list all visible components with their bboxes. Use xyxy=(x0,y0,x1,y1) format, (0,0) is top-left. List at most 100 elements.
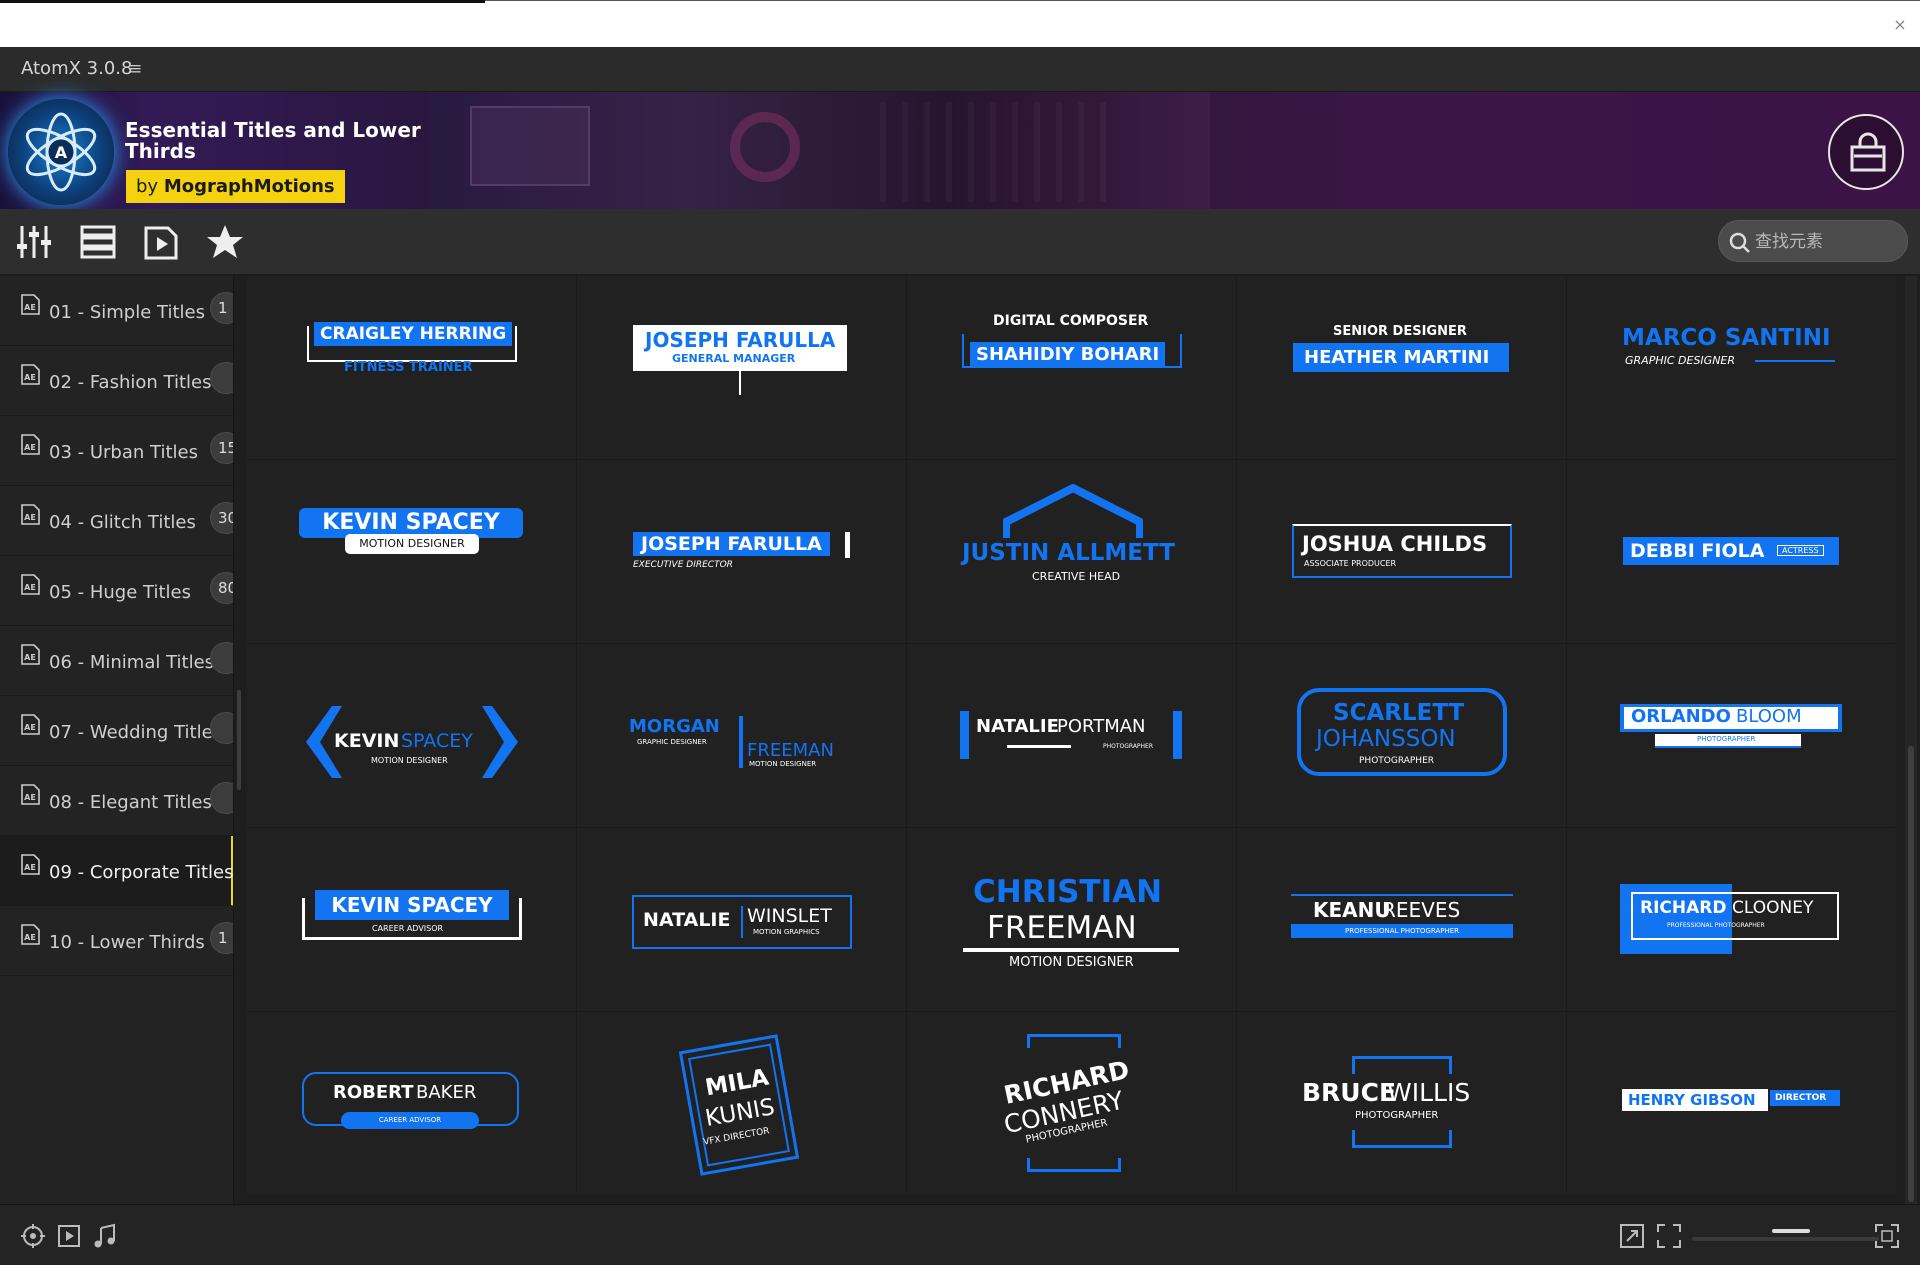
preset-role: MOTION DESIGNER xyxy=(371,756,448,765)
preset-name: JUSTIN ALLMETT xyxy=(962,540,1175,566)
preset-card[interactable]: CHRISTIAN FREEMAN MOTION DESIGNER xyxy=(907,828,1236,1011)
preset-card[interactable]: RICHARD CLOONEY PROFESSIONAL PHOTOGRAPHE… xyxy=(1567,828,1896,1011)
category-label: 10 - Lower Thirds xyxy=(49,932,205,953)
preset-card[interactable]: MARCO SANTINI GRAPHIC DESIGNER xyxy=(1567,276,1896,459)
expand-icon[interactable] xyxy=(1874,1223,1900,1249)
bracket-top xyxy=(1352,1056,1452,1074)
category-item[interactable]: AE 07 - Wedding Titles xyxy=(0,696,233,766)
preset-card[interactable]: HENRY GIBSON DIRECTOR xyxy=(1567,1012,1896,1195)
category-item[interactable]: AE 02 - Fashion Titles xyxy=(0,346,233,416)
preset-role: MOTION DESIGNER xyxy=(1009,955,1134,970)
category-item[interactable]: AE 08 - Elegant Titles xyxy=(0,766,233,836)
preset-card[interactable]: BRUCE WILLIS PHOTOGRAPHER xyxy=(1237,1012,1566,1195)
preset-card[interactable]: RICHARD CONNERY PHOTOGRAPHER xyxy=(907,1012,1236,1195)
preset-name: ROBERT xyxy=(333,1082,414,1103)
accent-bar xyxy=(845,532,850,558)
category-count: 1 xyxy=(210,922,233,954)
atomx-logo: A xyxy=(8,99,114,205)
left-bar xyxy=(960,711,969,759)
category-count xyxy=(210,712,233,744)
category-item[interactable]: AE 01 - Simple Titles 1 xyxy=(0,276,233,346)
preset-name-2: FREEMAN xyxy=(747,740,834,761)
thumbnail-size-slider[interactable] xyxy=(1692,1237,1879,1241)
preset-card[interactable]: SENIOR DESIGNER HEATHER MARTINI xyxy=(1237,276,1566,459)
preset-card[interactable]: ROBERT BAKER CAREER ADVISOR xyxy=(247,1012,576,1195)
svg-text:AE: AE xyxy=(24,863,36,872)
grid-scrollbar-thumb[interactable] xyxy=(1908,746,1914,1202)
star-icon[interactable] xyxy=(205,222,245,262)
preset-name: KEVIN SPACEY xyxy=(315,890,509,920)
preset-name: NATALIE xyxy=(643,909,731,931)
underline xyxy=(1007,745,1071,748)
preset-card[interactable]: DEBBI FIOLA ACTRESS xyxy=(1567,460,1896,643)
ae-file-icon: AE xyxy=(21,434,40,455)
preset-name: KEANU xyxy=(1313,898,1391,922)
preset-card[interactable]: ORLANDO BLOOM PHOTOGRAPHER xyxy=(1567,644,1896,827)
category-sidebar: AE 01 - Simple Titles 1 AE 02 - Fashion … xyxy=(0,276,234,1204)
category-item-active[interactable]: AE 09 - Corporate Titles xyxy=(0,836,233,906)
play-preview-icon[interactable] xyxy=(56,1223,82,1249)
preset-card[interactable]: JOSEPH FARULLA GENERAL MANAGER xyxy=(577,276,906,459)
preset-card[interactable]: DIGITAL COMPOSER SHAHIDIY BOHARI xyxy=(907,276,1236,459)
preset-role: PHOTOGRAPHER xyxy=(1359,756,1435,766)
preset-name: SHAHIDIY BOHARI xyxy=(970,342,1166,367)
window-close-button[interactable]: × xyxy=(1883,10,1917,40)
svg-text:AE: AE xyxy=(24,653,36,662)
preset-card[interactable]: NATALIE PORTMAN PHOTOGRAPHER xyxy=(907,644,1236,827)
sidebar-scrollbar[interactable] xyxy=(237,690,241,790)
preset-card[interactable]: MORGAN GRAPHIC DESIGNER FREEMAN MOTION D… xyxy=(577,644,906,827)
preset-card[interactable]: JUSTIN ALLMETT CREATIVE HEAD xyxy=(907,460,1236,643)
preset-role: EXECUTIVE DIRECTOR xyxy=(633,560,733,570)
category-label: 08 - Elegant Titles xyxy=(49,792,212,813)
preset-card[interactable]: JOSHUA CHILDS ASSOCIATE PRODUCER xyxy=(1237,460,1566,643)
preset-name: CHRISTIAN xyxy=(973,874,1163,910)
preset-card[interactable]: NATALIE WINSLET MOTION GRAPHICS xyxy=(577,828,906,1011)
preset-role: PHOTOGRAPHER xyxy=(1697,735,1756,743)
app-title: AtomX 3.0.8 xyxy=(21,58,133,79)
music-icon[interactable] xyxy=(92,1223,118,1249)
preset-role: CAREER ADVISOR xyxy=(341,1112,479,1129)
ae-file-icon: AE xyxy=(21,714,40,735)
preset-card[interactable]: JOSEPH FARULLA EXECUTIVE DIRECTOR xyxy=(577,460,906,643)
fullscreen-icon[interactable] xyxy=(1656,1223,1682,1249)
preset-role: PROFESSIONAL PHOTOGRAPHER xyxy=(1667,922,1765,929)
right-bar xyxy=(1173,711,1182,759)
category-item[interactable]: AE 06 - Minimal Titles xyxy=(0,626,233,696)
divider-line xyxy=(741,906,743,938)
preset-card[interactable]: KEANU REEVES PROFESSIONAL PHOTOGRAPHER xyxy=(1237,828,1566,1011)
preset-card[interactable]: MILA KUNIS VFX DIRECTOR xyxy=(577,1012,906,1195)
svg-text:AE: AE xyxy=(24,723,36,732)
preset-role: FITNESS TRAINER xyxy=(344,360,473,375)
menu-icon[interactable]: ≡ xyxy=(128,59,142,79)
preset-card[interactable]: KEVIN SPACEY CAREER ADVISOR xyxy=(247,828,576,1011)
category-item[interactable]: AE 05 - Huge Titles 80 xyxy=(0,556,233,626)
thumbnail-size-knob[interactable] xyxy=(1772,1229,1810,1233)
sliders-icon[interactable] xyxy=(16,222,56,262)
window-top-strip: × xyxy=(0,0,1920,47)
preset-card[interactable]: KEVIN SPACEY MOTION DESIGNER xyxy=(247,460,576,643)
preset-name: CRAIGLEY HERRING xyxy=(314,322,513,346)
divider-bar xyxy=(739,716,743,768)
search-input[interactable] xyxy=(1755,230,1900,254)
category-item[interactable]: AE 03 - Urban Titles 15 xyxy=(0,416,233,486)
svg-text:A: A xyxy=(55,143,68,162)
layout-icon[interactable] xyxy=(79,222,119,262)
app-title-bar: AtomX 3.0.8 ≡ xyxy=(0,47,1920,92)
preview-icon[interactable] xyxy=(142,222,182,262)
search-box[interactable] xyxy=(1718,220,1908,262)
category-item[interactable]: AE 04 - Glitch Titles 30 xyxy=(0,486,233,556)
anchor-target-icon[interactable] xyxy=(20,1223,46,1249)
bottom-bar xyxy=(0,1204,1920,1265)
cart-button[interactable] xyxy=(1828,114,1904,190)
author-badge[interactable]: by MographMotions xyxy=(126,170,345,203)
preset-name: NATALIE xyxy=(976,716,1059,737)
category-item[interactable]: AE 10 - Lower Thirds 1 xyxy=(0,906,233,976)
preset-role: GRAPHIC DESIGNER xyxy=(1625,354,1736,367)
preset-card[interactable]: KEVIN SPACEY MOTION DESIGNER xyxy=(247,644,576,827)
search-icon xyxy=(1729,232,1750,253)
preset-name: JOSEPH FARULLA xyxy=(633,532,830,556)
preset-card[interactable]: CRAIGLEY HERRING FITNESS TRAINER xyxy=(247,276,576,459)
bracket-bottom xyxy=(1027,1158,1121,1172)
preset-card[interactable]: SCARLETT JOHANSSON PHOTOGRAPHER xyxy=(1237,644,1566,827)
resize-icon[interactable] xyxy=(1619,1223,1645,1249)
